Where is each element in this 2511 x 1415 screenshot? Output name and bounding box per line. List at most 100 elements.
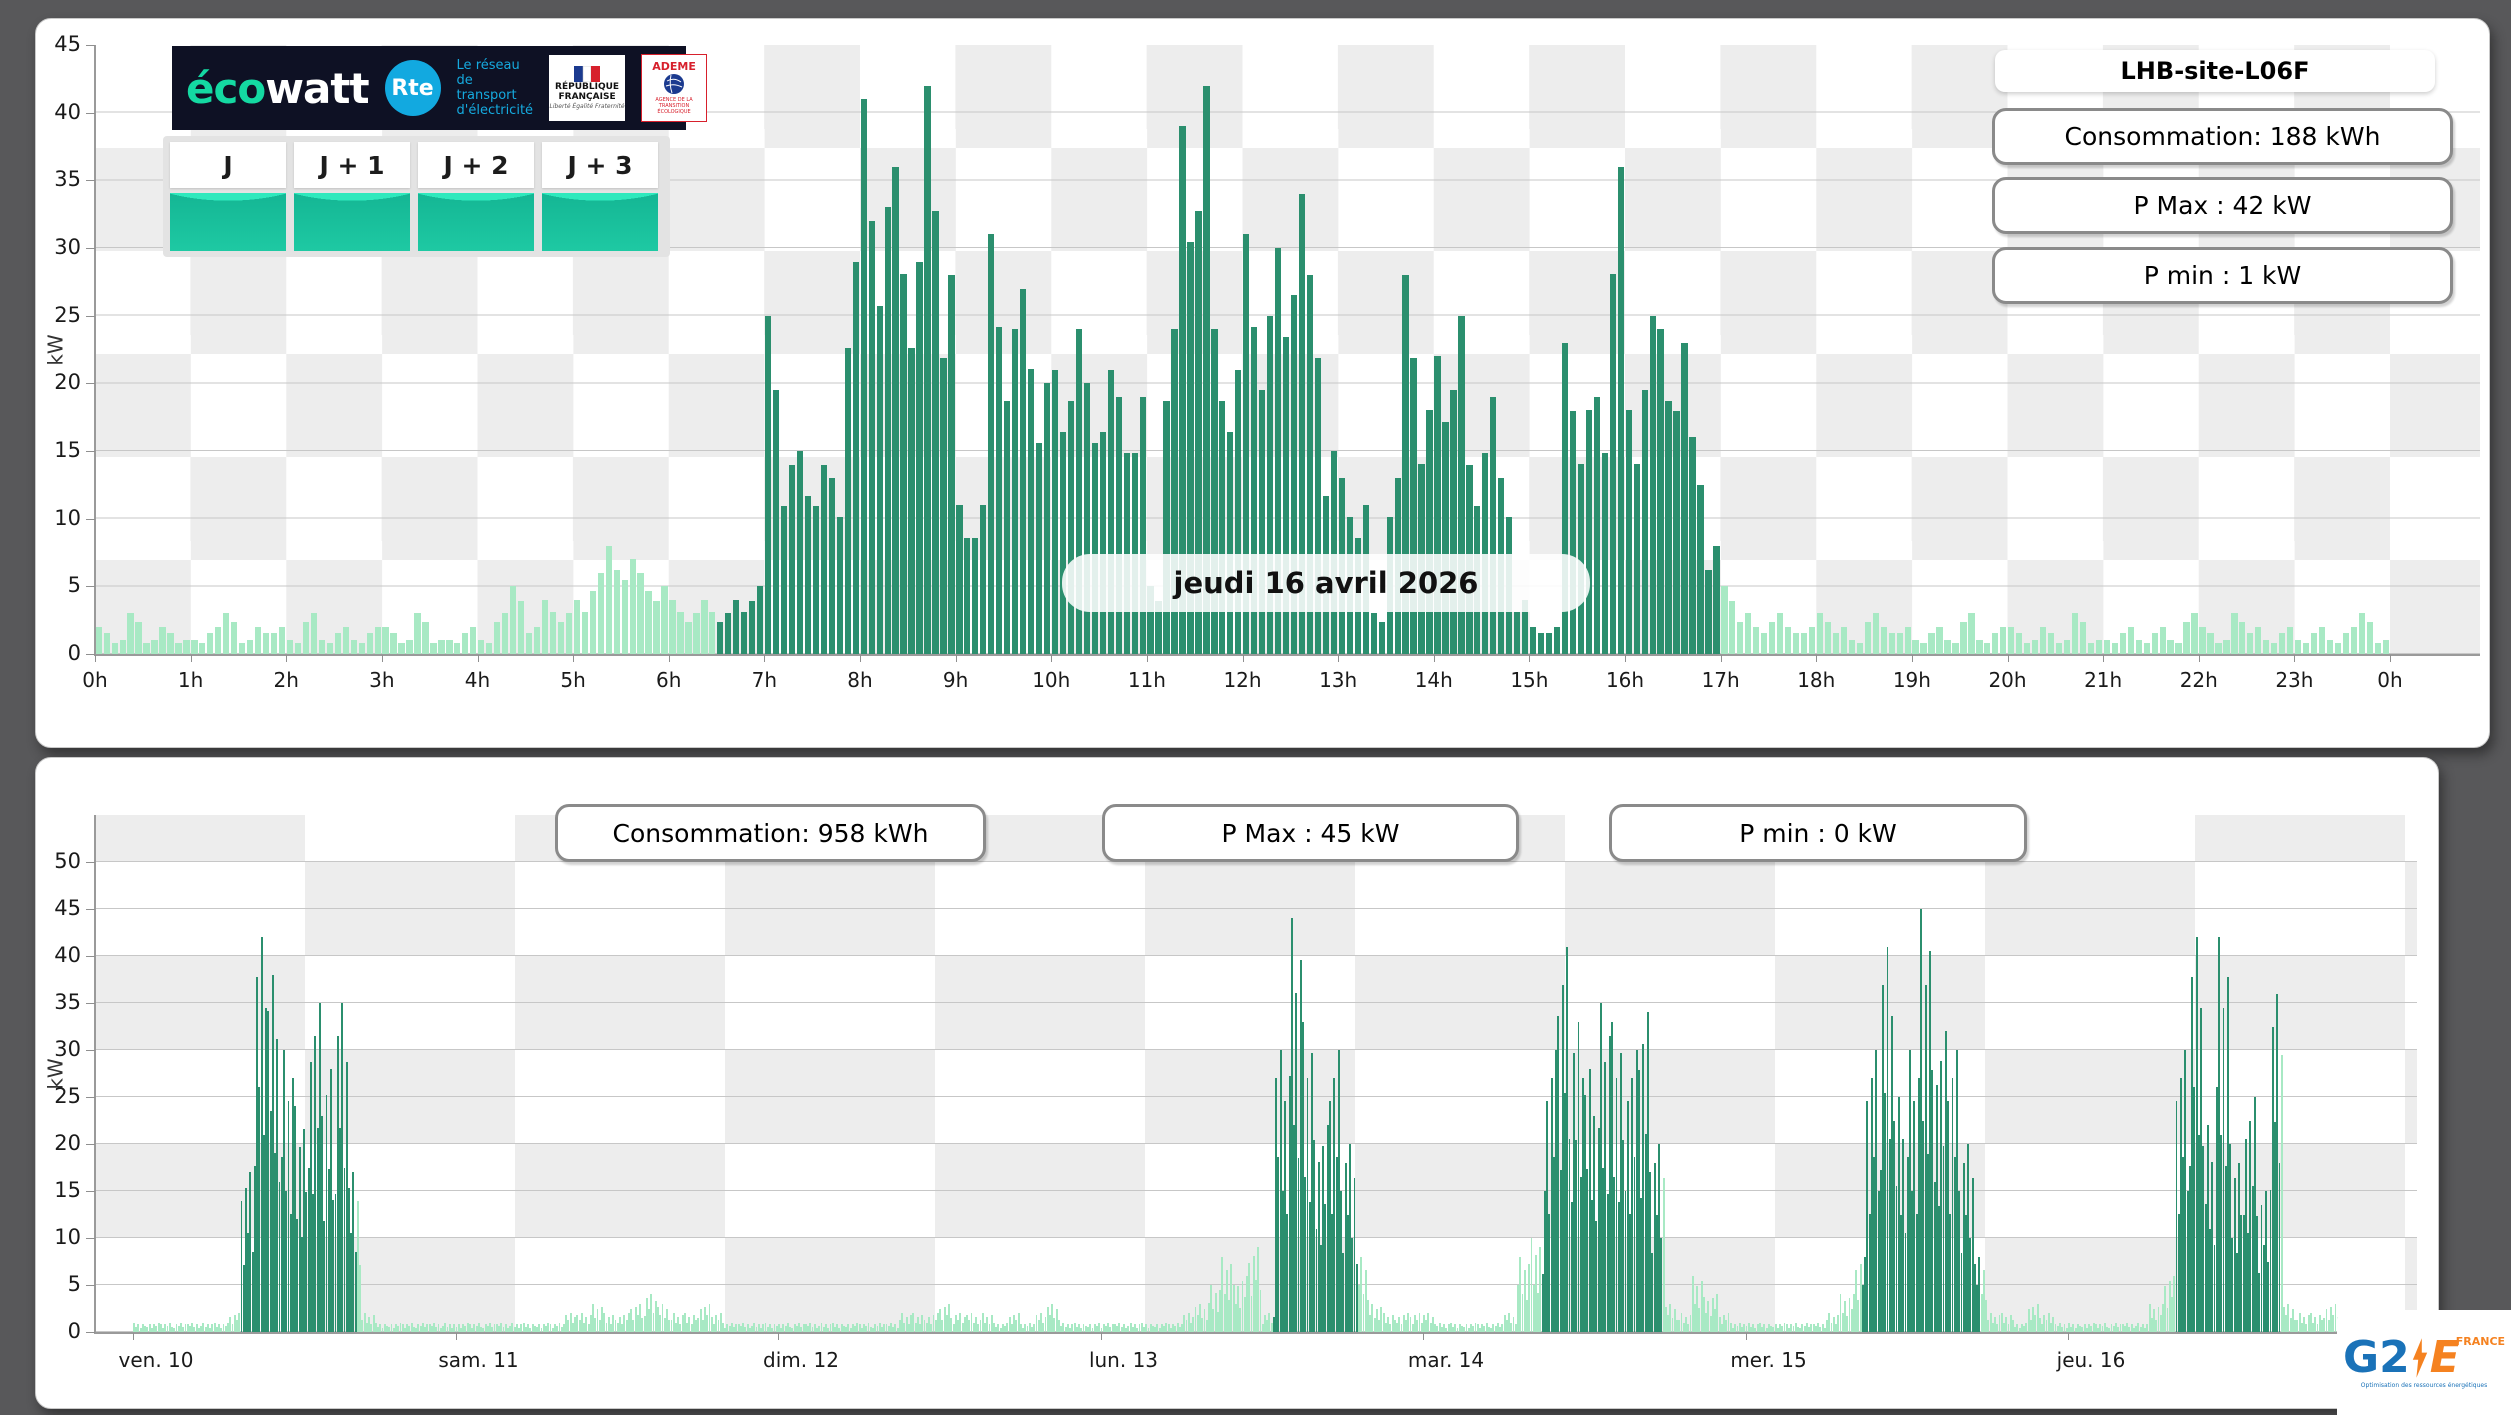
- ecowatt-signal-icon: [542, 193, 658, 251]
- x-tick-mark: [381, 655, 383, 662]
- g2e-tagline: Optimisation des ressources énergétiques: [2360, 1382, 2488, 1389]
- day-tick-mark: [1100, 1333, 1102, 1340]
- day-tick-mark: [455, 1333, 457, 1340]
- ademe-globe-icon: [664, 74, 685, 94]
- x-tick-label: 22h: [2179, 668, 2218, 692]
- y-tick-mark: [86, 1097, 95, 1098]
- day-tick-label: mer. 15: [1730, 1348, 1807, 1372]
- g2e-logo: G2 E FRANCE: [2343, 1336, 2505, 1380]
- y-tick-mark: [86, 180, 95, 182]
- y-tick-label: 0: [67, 641, 81, 665]
- day-tick-label: sam. 11: [438, 1348, 519, 1372]
- x-tick-mark: [1146, 655, 1148, 662]
- x-tick-mark: [1529, 655, 1531, 662]
- ecowatt-logo-strip: écowatt Rte Le réseau de transport d'éle…: [172, 46, 708, 130]
- ecowatt-signal-icon: [170, 193, 286, 251]
- y-tick-label: 40: [54, 943, 81, 967]
- ademe-logo: ADEME AGENCE DE LA TRANSITION ÉCOLOGIQUE: [641, 54, 708, 122]
- x-tick-label: 21h: [2084, 668, 2123, 692]
- weekly-pmax-stat: P Max : 45 kW: [1102, 804, 1519, 862]
- forecast-day-button-1[interactable]: J + 1: [294, 142, 410, 251]
- x-tick-label: 15h: [1510, 668, 1549, 692]
- x-tick-label: 8h: [847, 668, 873, 692]
- ecowatt-wordmark: écowatt: [186, 63, 370, 113]
- forecast-day-button-0[interactable]: J: [170, 142, 286, 251]
- y-tick-mark: [86, 451, 95, 452]
- day-tick-label: mar. 14: [1407, 1348, 1485, 1372]
- ademe-tagline: AGENCE DE LA TRANSITION ÉCOLOGIQUE: [655, 97, 693, 115]
- ecowatt-dashboard: 0 5 10 15 20 25 30 35 40 45 0h 1h 2h 3h 4h 5h 6h 7h 8h 9h 10…: [0, 0, 2511, 1415]
- daily-consumption-stat: Consommation: 188 kWh: [1992, 108, 2453, 165]
- weekly-bar: [2280, 1054, 2283, 1332]
- x-tick-mark: [2294, 655, 2296, 662]
- site-title: LHB-site-L06F: [1995, 50, 2435, 92]
- x-tick-label: 18h: [1797, 668, 1836, 692]
- y-tick-label: 25: [54, 302, 81, 327]
- daily-x-axis: [95, 654, 2480, 656]
- y-tick-mark: [86, 1238, 95, 1239]
- g2e-g2-text: G2: [2342, 1332, 2410, 1383]
- x-tick-mark: [1816, 655, 1818, 662]
- x-tick-mark: [1242, 655, 1244, 662]
- weekly-y-axis: [94, 815, 96, 1334]
- weekly-pmin-stat: P min : 0 kW: [1609, 804, 2027, 862]
- x-tick-mark: [860, 655, 861, 662]
- y-tick-label: 10: [54, 505, 81, 530]
- forecast-day-label: J + 1: [294, 142, 410, 188]
- x-tick-label: 0h: [2377, 668, 2403, 692]
- x-tick-label: 7h: [751, 668, 778, 692]
- x-tick-label: 10h: [1032, 668, 1071, 692]
- x-tick-label: 1h: [177, 668, 204, 692]
- x-tick-mark: [2007, 655, 2009, 662]
- x-tick-mark: [2390, 655, 2391, 662]
- g2e-logo-badge: G2 E FRANCE Optimisation des ressources …: [2337, 1310, 2511, 1415]
- x-tick-mark: [955, 655, 957, 662]
- x-tick-label: 5h: [560, 668, 586, 692]
- forecast-day-button-3[interactable]: J + 3: [542, 142, 658, 251]
- forecast-day-label: J + 3: [542, 142, 658, 188]
- y-tick-label: 10: [54, 1225, 81, 1249]
- y-tick-label: 30: [54, 1037, 81, 1061]
- y-tick-mark: [86, 654, 95, 655]
- day-tick-mark: [1745, 1333, 1747, 1340]
- x-tick-mark: [573, 655, 575, 662]
- ecowatt-watt-text: watt: [265, 63, 369, 113]
- x-tick-label: 3h: [369, 668, 395, 692]
- y-tick-label: 0: [67, 1319, 81, 1343]
- republique-francaise-logo: RÉPUBLIQUE FRANÇAISE Liberté Égalité Fra…: [549, 55, 626, 121]
- forecast-day-label: J + 2: [418, 142, 534, 188]
- daily-pmax-stat: P Max : 42 kW: [1992, 177, 2453, 234]
- x-tick-mark: [286, 655, 288, 662]
- y-tick-mark: [86, 862, 95, 863]
- x-tick-mark: [1338, 655, 1340, 662]
- y-tick-mark: [86, 586, 95, 588]
- y-tick-label: 35: [54, 990, 81, 1014]
- ecowatt-signal-icon: [418, 193, 534, 251]
- y-tick-label: 45: [54, 32, 81, 56]
- y-tick-mark: [86, 1003, 95, 1004]
- y-tick-label: 35: [54, 167, 81, 192]
- forecast-day-buttons: JJ + 1J + 2J + 3: [163, 136, 670, 257]
- x-tick-label: 17h: [1701, 668, 1740, 692]
- x-tick-label: 4h: [464, 668, 491, 692]
- y-tick-label: 20: [54, 370, 81, 395]
- y-tick-label: 50: [54, 849, 81, 873]
- x-tick-label: 9h: [942, 668, 969, 692]
- republique-motto: Liberté Égalité Fraternité: [549, 103, 625, 110]
- y-tick-mark: [86, 909, 95, 910]
- y-tick-mark: [86, 315, 95, 317]
- y-tick-label: 25: [54, 1084, 81, 1108]
- forecast-day-button-2[interactable]: J + 2: [418, 142, 534, 251]
- x-tick-mark: [764, 655, 766, 662]
- x-tick-label: 20h: [1988, 668, 2027, 692]
- x-tick-label: 12h: [1223, 668, 1262, 692]
- x-tick-label: 13h: [1319, 668, 1358, 692]
- x-tick-mark: [668, 655, 670, 662]
- y-tick-mark: [86, 112, 95, 114]
- x-tick-mark: [190, 655, 192, 662]
- x-tick-label: 19h: [1892, 668, 1931, 692]
- day-tick-mark: [1423, 1333, 1424, 1340]
- x-tick-label: 23h: [2275, 668, 2314, 692]
- x-tick-mark: [95, 655, 96, 662]
- republique-line2: FRANÇAISE: [558, 92, 616, 102]
